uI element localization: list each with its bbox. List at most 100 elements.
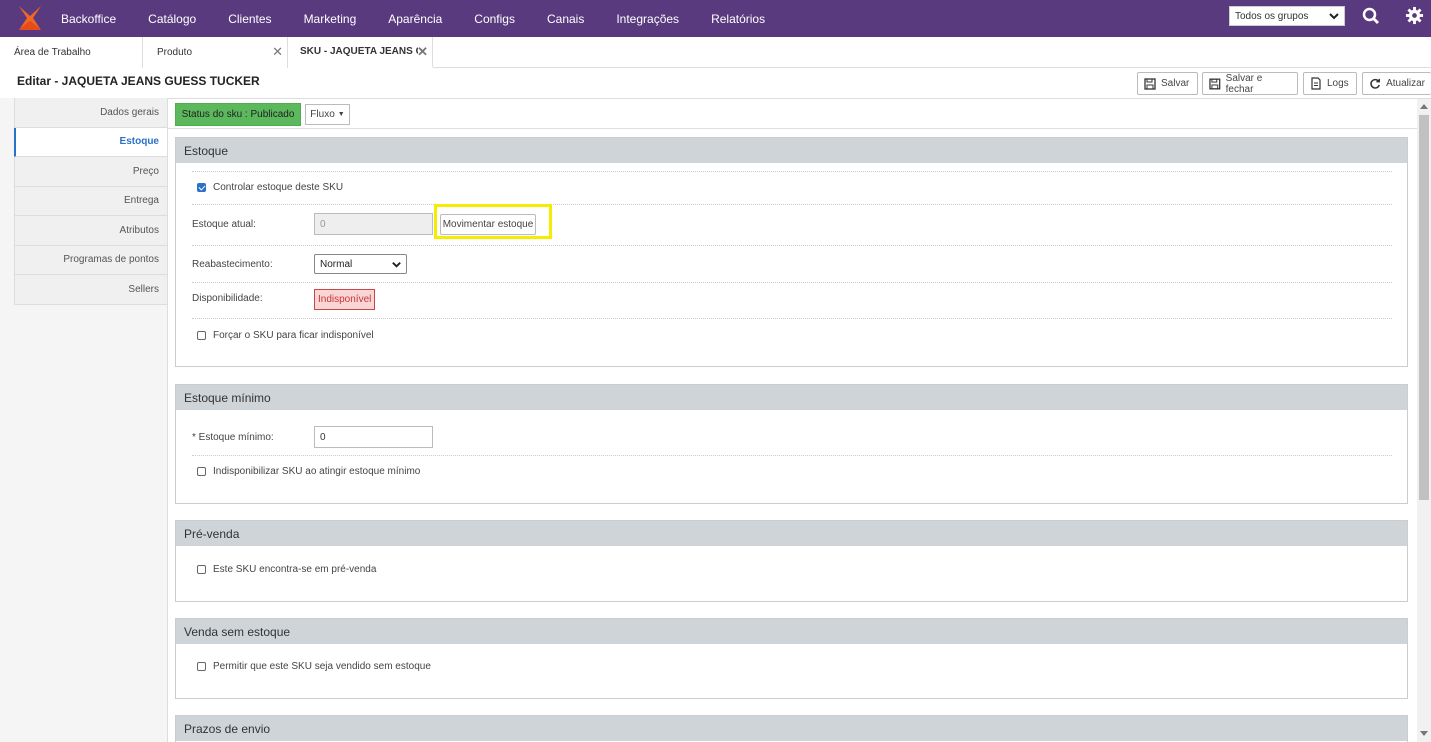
group-select[interactable]: Todos os grupos xyxy=(1229,6,1345,26)
sidebar-item-estoque[interactable]: Estoque xyxy=(14,127,167,157)
disponibilidade-label: Disponibilidade: xyxy=(192,293,263,304)
indisponibilizar-checkbox[interactable] xyxy=(197,467,206,476)
close-icon[interactable]: ✕ xyxy=(272,44,283,60)
gear-icon[interactable] xyxy=(1405,6,1424,25)
estoque-minimo-label: * Estoque mínimo: xyxy=(192,431,274,443)
divider xyxy=(192,455,1392,456)
tab-area-trabalho[interactable]: Área de Trabalho xyxy=(0,37,143,68)
reabastecimento-row: Reabastecimento: Normal xyxy=(192,254,1392,274)
search-icon[interactable] xyxy=(1362,7,1380,25)
sidebar-item-programas-pontos[interactable]: Programas de pontos xyxy=(14,245,167,275)
nav-catalogo[interactable]: Catálogo xyxy=(148,12,196,26)
reabastecimento-value: Normal xyxy=(320,258,353,270)
controlar-estoque-checkbox[interactable] xyxy=(197,183,206,192)
divider xyxy=(192,282,1392,283)
venda-sem-estoque-label: Permitir que este SKU seja vendido sem e… xyxy=(213,661,431,672)
top-navbar: Backoffice Catálogo Clientes Marketing A… xyxy=(0,0,1431,37)
reabastecimento-label: Reabastecimento: xyxy=(192,258,273,270)
prazos-envio-panel: Prazos de envio xyxy=(175,715,1408,742)
save-close-button[interactable]: Salvar e fechar xyxy=(1202,72,1298,95)
prevenda-checkbox[interactable] xyxy=(197,565,206,574)
nav-clientes[interactable]: Clientes xyxy=(228,12,271,26)
sidebar-item-sellers[interactable]: Sellers xyxy=(14,275,167,305)
forcar-indisponivel-label: Forçar o SKU para ficar indisponível xyxy=(213,330,374,341)
main-nav: Backoffice Catálogo Clientes Marketing A… xyxy=(61,0,797,37)
sidebar: Dados gerais Estoque Preço Entrega Atrib… xyxy=(14,98,167,305)
tab-produto[interactable]: Produto ✕ xyxy=(143,37,288,68)
estoque-minimo-input[interactable]: 0 xyxy=(314,426,433,448)
divider xyxy=(167,98,168,742)
logo-icon[interactable] xyxy=(16,4,44,32)
nav-integracoes[interactable]: Integrações xyxy=(616,12,679,26)
estoque-panel: Estoque Controlar estoque deste SKU Esto… xyxy=(175,137,1408,367)
estoque-minimo-value: 0 xyxy=(320,431,326,443)
caret-down-icon: ▼ xyxy=(337,111,345,118)
estoque-atual-row: Estoque atual: 0 xyxy=(192,213,1392,235)
prevenda-label: Este SKU encontra-se em pré-venda xyxy=(213,564,377,575)
save-label: Salvar xyxy=(1161,78,1190,89)
tab-bar: Área de Trabalho Produto ✕ SKU - JAQUETA… xyxy=(0,37,1431,68)
nav-configs[interactable]: Configs xyxy=(474,12,515,26)
estoque-atual-value: 0 xyxy=(320,218,326,230)
scrollbar-thumb[interactable] xyxy=(1419,115,1429,500)
chevron-down-icon xyxy=(392,262,401,268)
indisponibilizar-row: Indisponibilizar SKU ao atingir estoque … xyxy=(192,466,1392,477)
logs-button[interactable]: Logs xyxy=(1303,72,1357,95)
tab-label: SKU - JAQUETA JEANS G xyxy=(300,46,418,57)
nav-canais[interactable]: Canais xyxy=(547,12,584,26)
close-icon[interactable]: ✕ xyxy=(417,44,428,60)
sku-status-button[interactable]: Status do sku : Publicado xyxy=(175,103,301,126)
nav-marketing[interactable]: Marketing xyxy=(304,12,357,26)
fluxo-label: Fluxo xyxy=(310,109,335,120)
scroll-up-icon[interactable] xyxy=(1420,104,1428,109)
divider xyxy=(0,98,1431,99)
logs-label: Logs xyxy=(1327,78,1349,89)
sidebar-item-atributos[interactable]: Atributos xyxy=(14,216,167,246)
save-icon xyxy=(1209,78,1221,89)
divider xyxy=(167,128,1417,129)
venda-sem-estoque-checkbox[interactable] xyxy=(197,662,206,671)
reabastecimento-select[interactable]: Normal xyxy=(314,254,407,274)
refresh-label: Atualizar xyxy=(1386,78,1425,89)
nav-relatorios[interactable]: Relatórios xyxy=(711,12,765,26)
prevenda-panel: Pré-venda Este SKU encontra-se em pré-ve… xyxy=(175,520,1408,602)
forcar-indisponivel-row: Forçar o SKU para ficar indisponível xyxy=(192,330,1392,341)
refresh-button[interactable]: Atualizar xyxy=(1362,72,1431,95)
panel-title: Venda sem estoque xyxy=(176,619,1407,644)
page-title: Editar - JAQUETA JEANS GUESS TUCKER xyxy=(17,74,260,88)
group-select-value: Todos os grupos xyxy=(1235,10,1309,22)
disponibilidade-row: Disponibilidade: Indisponível xyxy=(192,289,1392,310)
tab-sku[interactable]: SKU - JAQUETA JEANS G ✕ xyxy=(288,37,433,68)
divider xyxy=(192,318,1392,319)
save-button[interactable]: Salvar xyxy=(1137,72,1198,95)
document-icon xyxy=(1311,77,1321,90)
save-icon xyxy=(1144,77,1156,90)
refresh-icon xyxy=(1370,78,1380,89)
venda-sem-estoque-panel: Venda sem estoque Permitir que este SKU … xyxy=(175,618,1408,699)
movimentar-estoque-button[interactable]: Movimentar estoque xyxy=(440,214,536,235)
sidebar-item-entrega[interactable]: Entrega xyxy=(14,186,167,216)
controlar-estoque-row: Controlar estoque deste SKU xyxy=(192,182,1392,193)
sidebar-item-preco[interactable]: Preço xyxy=(14,157,167,187)
panel-title: Pré-venda xyxy=(176,521,1407,546)
estoque-minimo-panel: Estoque mínimo * Estoque mínimo: 0 Indis… xyxy=(175,384,1408,504)
chevron-down-icon xyxy=(1329,13,1339,20)
divider xyxy=(192,245,1392,246)
nav-backoffice[interactable]: Backoffice xyxy=(61,12,116,26)
indisponibilizar-label: Indisponibilizar SKU ao atingir estoque … xyxy=(213,466,421,477)
sidebar-item-dados-gerais[interactable]: Dados gerais xyxy=(14,98,167,128)
divider xyxy=(192,204,1392,205)
panel-title: Estoque mínimo xyxy=(176,385,1407,410)
tab-label: Área de Trabalho xyxy=(14,47,91,58)
save-close-label: Salvar e fechar xyxy=(1225,72,1263,95)
fluxo-dropdown[interactable]: Fluxo ▼ xyxy=(305,104,350,125)
nav-aparencia[interactable]: Aparência xyxy=(388,12,442,26)
panel-title: Prazos de envio xyxy=(176,716,1407,741)
tab-label: Produto xyxy=(157,47,193,58)
prevenda-row: Este SKU encontra-se em pré-venda xyxy=(192,564,1392,575)
estoque-minimo-row: * Estoque mínimo: 0 xyxy=(192,426,1392,448)
forcar-indisponivel-checkbox[interactable] xyxy=(197,331,206,340)
estoque-atual-label: Estoque atual: xyxy=(192,218,256,230)
scroll-down-icon[interactable] xyxy=(1420,731,1428,736)
disponibilidade-badge: Indisponível xyxy=(314,289,376,310)
